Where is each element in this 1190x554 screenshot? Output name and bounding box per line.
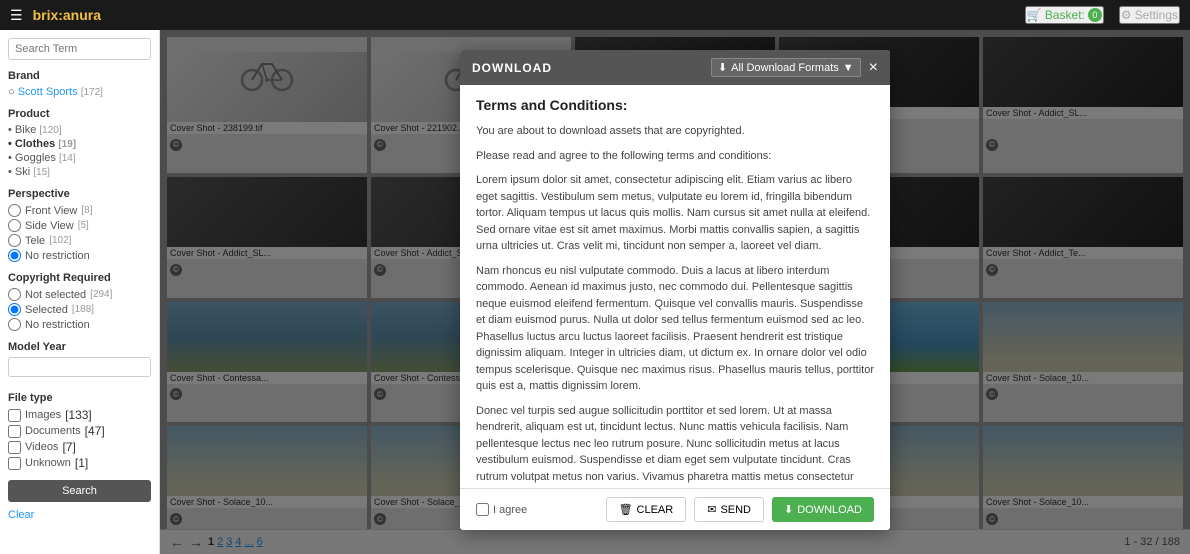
modal-title: DOWNLOAD [472, 61, 552, 75]
file-type-section: File type Images [133] Documents [47] Vi… [8, 392, 151, 470]
perspective-front[interactable]: Front View [8] [8, 204, 151, 217]
basket-label: Basket: [1045, 8, 1085, 22]
sidebar-item-clothes[interactable]: • Clothes [19] [8, 138, 151, 150]
clothes-label: Clothes [15, 138, 55, 150]
topbar: ☰ brix:anura 🛒 Basket: 0 ⚙ Settings [0, 0, 1190, 30]
content-area: Cover Shot - 238199.tif Cover Shot - 221… [160, 30, 1190, 554]
filetype-videos[interactable]: Videos [7] [8, 440, 151, 454]
download-icon: ⬇ [784, 503, 793, 516]
perspective-side[interactable]: Side View [5] [8, 219, 151, 232]
modal-para3: Donec vel turpis sed augue sollicitudin … [476, 403, 874, 489]
agree-label: I agree [493, 504, 527, 516]
brand-count-scott: [172] [81, 87, 103, 98]
file-type-title: File type [8, 392, 151, 404]
model-year-input[interactable] [8, 357, 151, 377]
format-select[interactable]: ⬇ All Download Formats ▼ [711, 58, 861, 77]
sidebar: Brand ○ Scott Sports [172] Product • Bik… [0, 30, 160, 554]
perspective-none[interactable]: No restriction [8, 249, 151, 262]
trash-icon: 🗑 [619, 503, 633, 516]
basket-button[interactable]: 🛒 Basket: 0 [1025, 6, 1104, 24]
agree-checkbox[interactable] [476, 503, 489, 516]
download-label: DOWNLOAD [797, 504, 862, 516]
sidebar-item-bike[interactable]: • Bike [120] [8, 124, 151, 136]
brand-section: Brand ○ Scott Sports [172] [8, 70, 151, 98]
modal-intro1: You are about to download assets that ar… [476, 123, 874, 140]
basket-count: 0 [1088, 8, 1102, 22]
filetype-images[interactable]: Images [133] [8, 408, 151, 422]
modal-close-button[interactable]: × [869, 60, 878, 76]
brand-link-scott[interactable]: Scott Sports [18, 86, 78, 98]
copyright-no-restriction[interactable]: No restriction [8, 318, 151, 331]
topbar-left: ☰ brix:anura [10, 7, 101, 24]
clothes-count: [19] [58, 139, 76, 150]
send-label: SEND [720, 504, 751, 516]
format-label: All Download Formats [731, 62, 839, 74]
perspective-tele[interactable]: Tele [102] [8, 234, 151, 247]
copyright-title: Copyright Required [8, 272, 151, 284]
main-layout: Brand ○ Scott Sports [172] Product • Bik… [0, 30, 1190, 554]
download-button[interactable]: ⬇ DOWNLOAD [772, 497, 874, 522]
filetype-unknown[interactable]: Unknown [1] [8, 456, 151, 470]
settings-label: Settings [1135, 8, 1178, 22]
download-modal: DOWNLOAD ⬇ All Download Formats ▼ × Term… [460, 50, 890, 530]
format-icon: ⬇ [718, 61, 727, 74]
filetype-documents[interactable]: Documents [47] [8, 424, 151, 438]
send-icon: ✉ [707, 503, 716, 516]
hamburger-icon[interactable]: ☰ [10, 7, 23, 24]
agree-checkbox-group[interactable]: I agree [476, 503, 527, 516]
search-button[interactable]: Search [8, 480, 151, 502]
product-section: Product • Bike [120] • Clothes [19] • Go… [8, 108, 151, 178]
product-title: Product [8, 108, 151, 120]
search-input[interactable] [8, 38, 151, 60]
send-button[interactable]: ✉ SEND [694, 497, 764, 522]
brand-title: Brand [8, 70, 151, 82]
modal-footer: I agree 🗑 CLEAR ✉ SEND ⬇ DOW [460, 488, 890, 530]
modal-intro2: Please read and agree to the following t… [476, 148, 874, 165]
modal-body: Terms and Conditions: You are about to d… [460, 85, 890, 488]
clear-button[interactable]: 🗑 CLEAR [606, 497, 687, 522]
selected-label: Selected [25, 304, 68, 316]
modal-overlay: DOWNLOAD ⬇ All Download Formats ▼ × Term… [160, 30, 1190, 554]
clear-label: CLEAR [637, 504, 674, 516]
sidebar-item-ski[interactable]: • Ski [15] [8, 166, 151, 178]
brand-name: brix:anura [33, 7, 101, 23]
topbar-right: 🛒 Basket: 0 ⚙ Settings [1025, 6, 1180, 24]
sidebar-item-goggles[interactable]: • Goggles [14] [8, 152, 151, 164]
copyright-selected[interactable]: Selected [188] [8, 303, 151, 316]
modal-heading: Terms and Conditions: [476, 97, 874, 113]
copyright-not-selected[interactable]: Not selected [294] [8, 288, 151, 301]
model-year-section: Model Year [8, 341, 151, 382]
perspective-section: Perspective Front View [8] Side View [5]… [8, 188, 151, 262]
perspective-title: Perspective [8, 188, 151, 200]
footer-buttons: 🗑 CLEAR ✉ SEND ⬇ DOWNLOAD [606, 497, 874, 522]
sidebar-item-brand-scott[interactable]: ○ Scott Sports [172] [8, 86, 151, 98]
clear-link[interactable]: Clear [8, 509, 34, 521]
copyright-section: Copyright Required Not selected [294] Se… [8, 272, 151, 331]
modal-para1: Lorem ipsum dolor sit amet, consectetur … [476, 172, 874, 255]
modal-para2: Nam rhoncus eu nisl vulputate commodo. D… [476, 263, 874, 395]
format-chevron-icon: ▼ [843, 62, 854, 74]
settings-button[interactable]: ⚙ Settings [1119, 6, 1180, 24]
modal-header-right: ⬇ All Download Formats ▼ × [711, 58, 878, 77]
model-year-title: Model Year [8, 341, 151, 353]
modal-header: DOWNLOAD ⬇ All Download Formats ▼ × [460, 50, 890, 85]
